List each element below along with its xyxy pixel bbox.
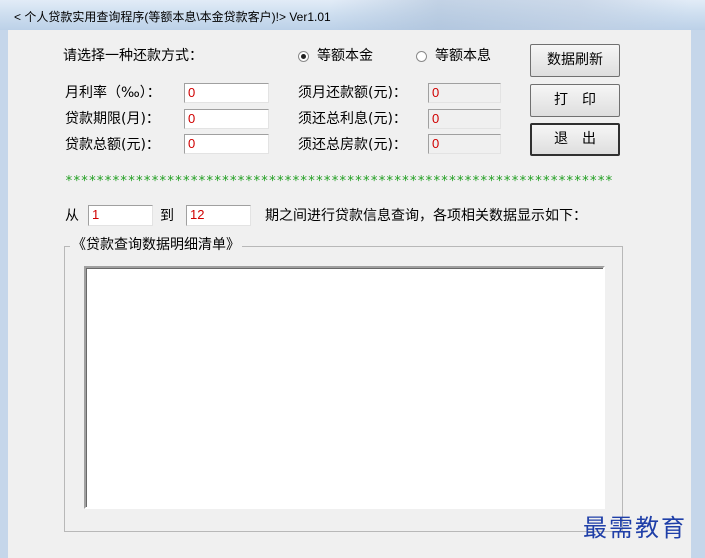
monthly-payment-output: 0 bbox=[428, 83, 501, 103]
separator-line: ****************************************… bbox=[65, 174, 613, 189]
title-bar: < 个人贷款实用查询程序(等额本息\本金贷款客户)!> Ver1.01 bbox=[0, 0, 705, 30]
range-description: 期之间进行贷款信息查询，各项相关数据显示如下： bbox=[265, 208, 587, 224]
repayment-method-prompt: 请选择一种还款方式： bbox=[63, 48, 203, 64]
dialog-client-area: 请选择一种还款方式： 等额本金 等额本息 月利率（‰）： 0 贷款期限(月)： … bbox=[8, 30, 691, 558]
title-bar-glass bbox=[330, 0, 690, 30]
monthly-rate-input[interactable]: 0 bbox=[184, 83, 269, 103]
refresh-data-button[interactable]: 数据刷新 bbox=[530, 44, 620, 77]
details-groupbox-title: 《贷款查询数据明细清单》 bbox=[70, 236, 242, 254]
radio-equal-principal-label[interactable]: 等额本金 bbox=[317, 47, 373, 65]
monthly-payment-label: 须月还款额(元)： bbox=[298, 85, 407, 101]
total-repayment-output: 0 bbox=[428, 134, 501, 154]
monthly-rate-label: 月利率（‰）： bbox=[65, 85, 161, 101]
print-button[interactable]: 打 印 bbox=[530, 84, 620, 117]
loan-term-input[interactable]: 0 bbox=[184, 109, 269, 129]
exit-button[interactable]: 退 出 bbox=[530, 123, 620, 156]
radio-equal-installment[interactable] bbox=[416, 51, 427, 62]
total-interest-label: 须还总利息(元)： bbox=[298, 111, 407, 127]
window-frame-left bbox=[0, 30, 8, 558]
range-from-input[interactable]: 1 bbox=[88, 205, 153, 226]
details-listbox[interactable] bbox=[84, 266, 605, 509]
radio-equal-installment-label[interactable]: 等额本息 bbox=[435, 47, 491, 65]
range-to-input[interactable]: 12 bbox=[186, 205, 251, 226]
window-frame-right bbox=[691, 30, 705, 558]
window-title: < 个人贷款实用查询程序(等额本息\本金贷款客户)!> Ver1.01 bbox=[14, 10, 331, 24]
loan-term-label: 贷款期限(月)： bbox=[65, 111, 160, 127]
loan-amount-input[interactable]: 0 bbox=[184, 134, 269, 154]
total-interest-output: 0 bbox=[428, 109, 501, 129]
watermark-logo: 最需教育 bbox=[583, 514, 687, 542]
total-repayment-label: 须还总房款(元)： bbox=[298, 137, 407, 153]
range-to-label: 到 bbox=[160, 208, 174, 224]
radio-equal-principal[interactable] bbox=[298, 51, 309, 62]
loan-amount-label: 贷款总额(元)： bbox=[65, 137, 160, 153]
range-from-label: 从 bbox=[65, 208, 79, 224]
